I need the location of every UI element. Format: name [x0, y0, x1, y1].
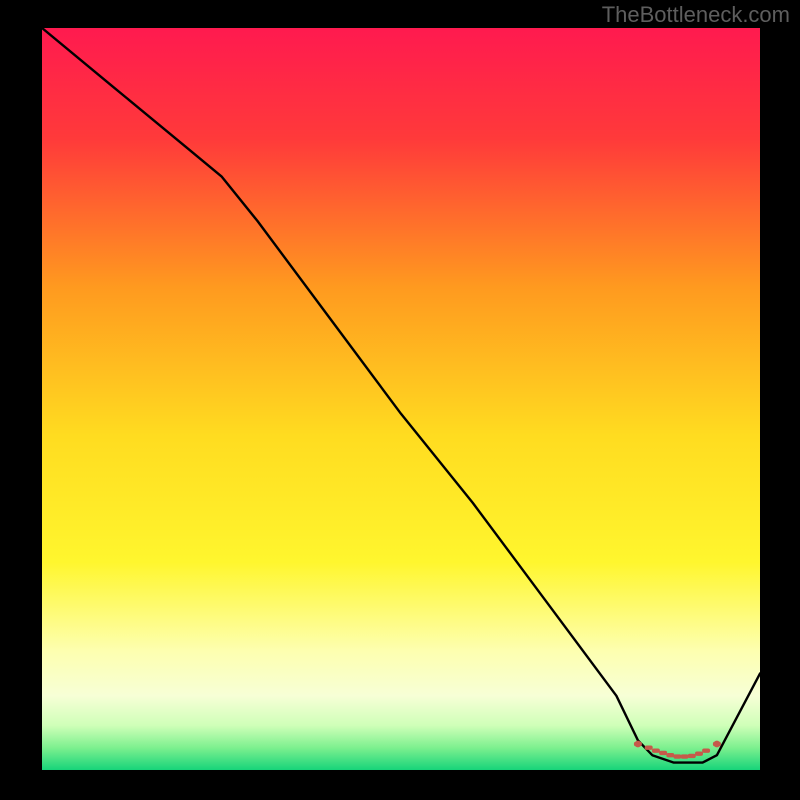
- marker-dot: [702, 749, 710, 753]
- chart-frame: TheBottleneck.com: [0, 0, 800, 800]
- chart-svg: [42, 28, 760, 770]
- marker-cap: [635, 741, 642, 748]
- marker-dot: [673, 754, 681, 758]
- marker-cap: [714, 741, 721, 748]
- marker-dot: [645, 746, 653, 750]
- marker-dot: [681, 754, 689, 758]
- marker-dot: [659, 751, 667, 755]
- marker-dot: [688, 754, 696, 758]
- marker-dot: [652, 749, 660, 753]
- marker-dot: [666, 753, 674, 757]
- watermark-text: TheBottleneck.com: [602, 2, 790, 28]
- plot-area: [42, 28, 760, 770]
- marker-dot: [695, 752, 703, 756]
- gradient-backdrop: [42, 28, 760, 770]
